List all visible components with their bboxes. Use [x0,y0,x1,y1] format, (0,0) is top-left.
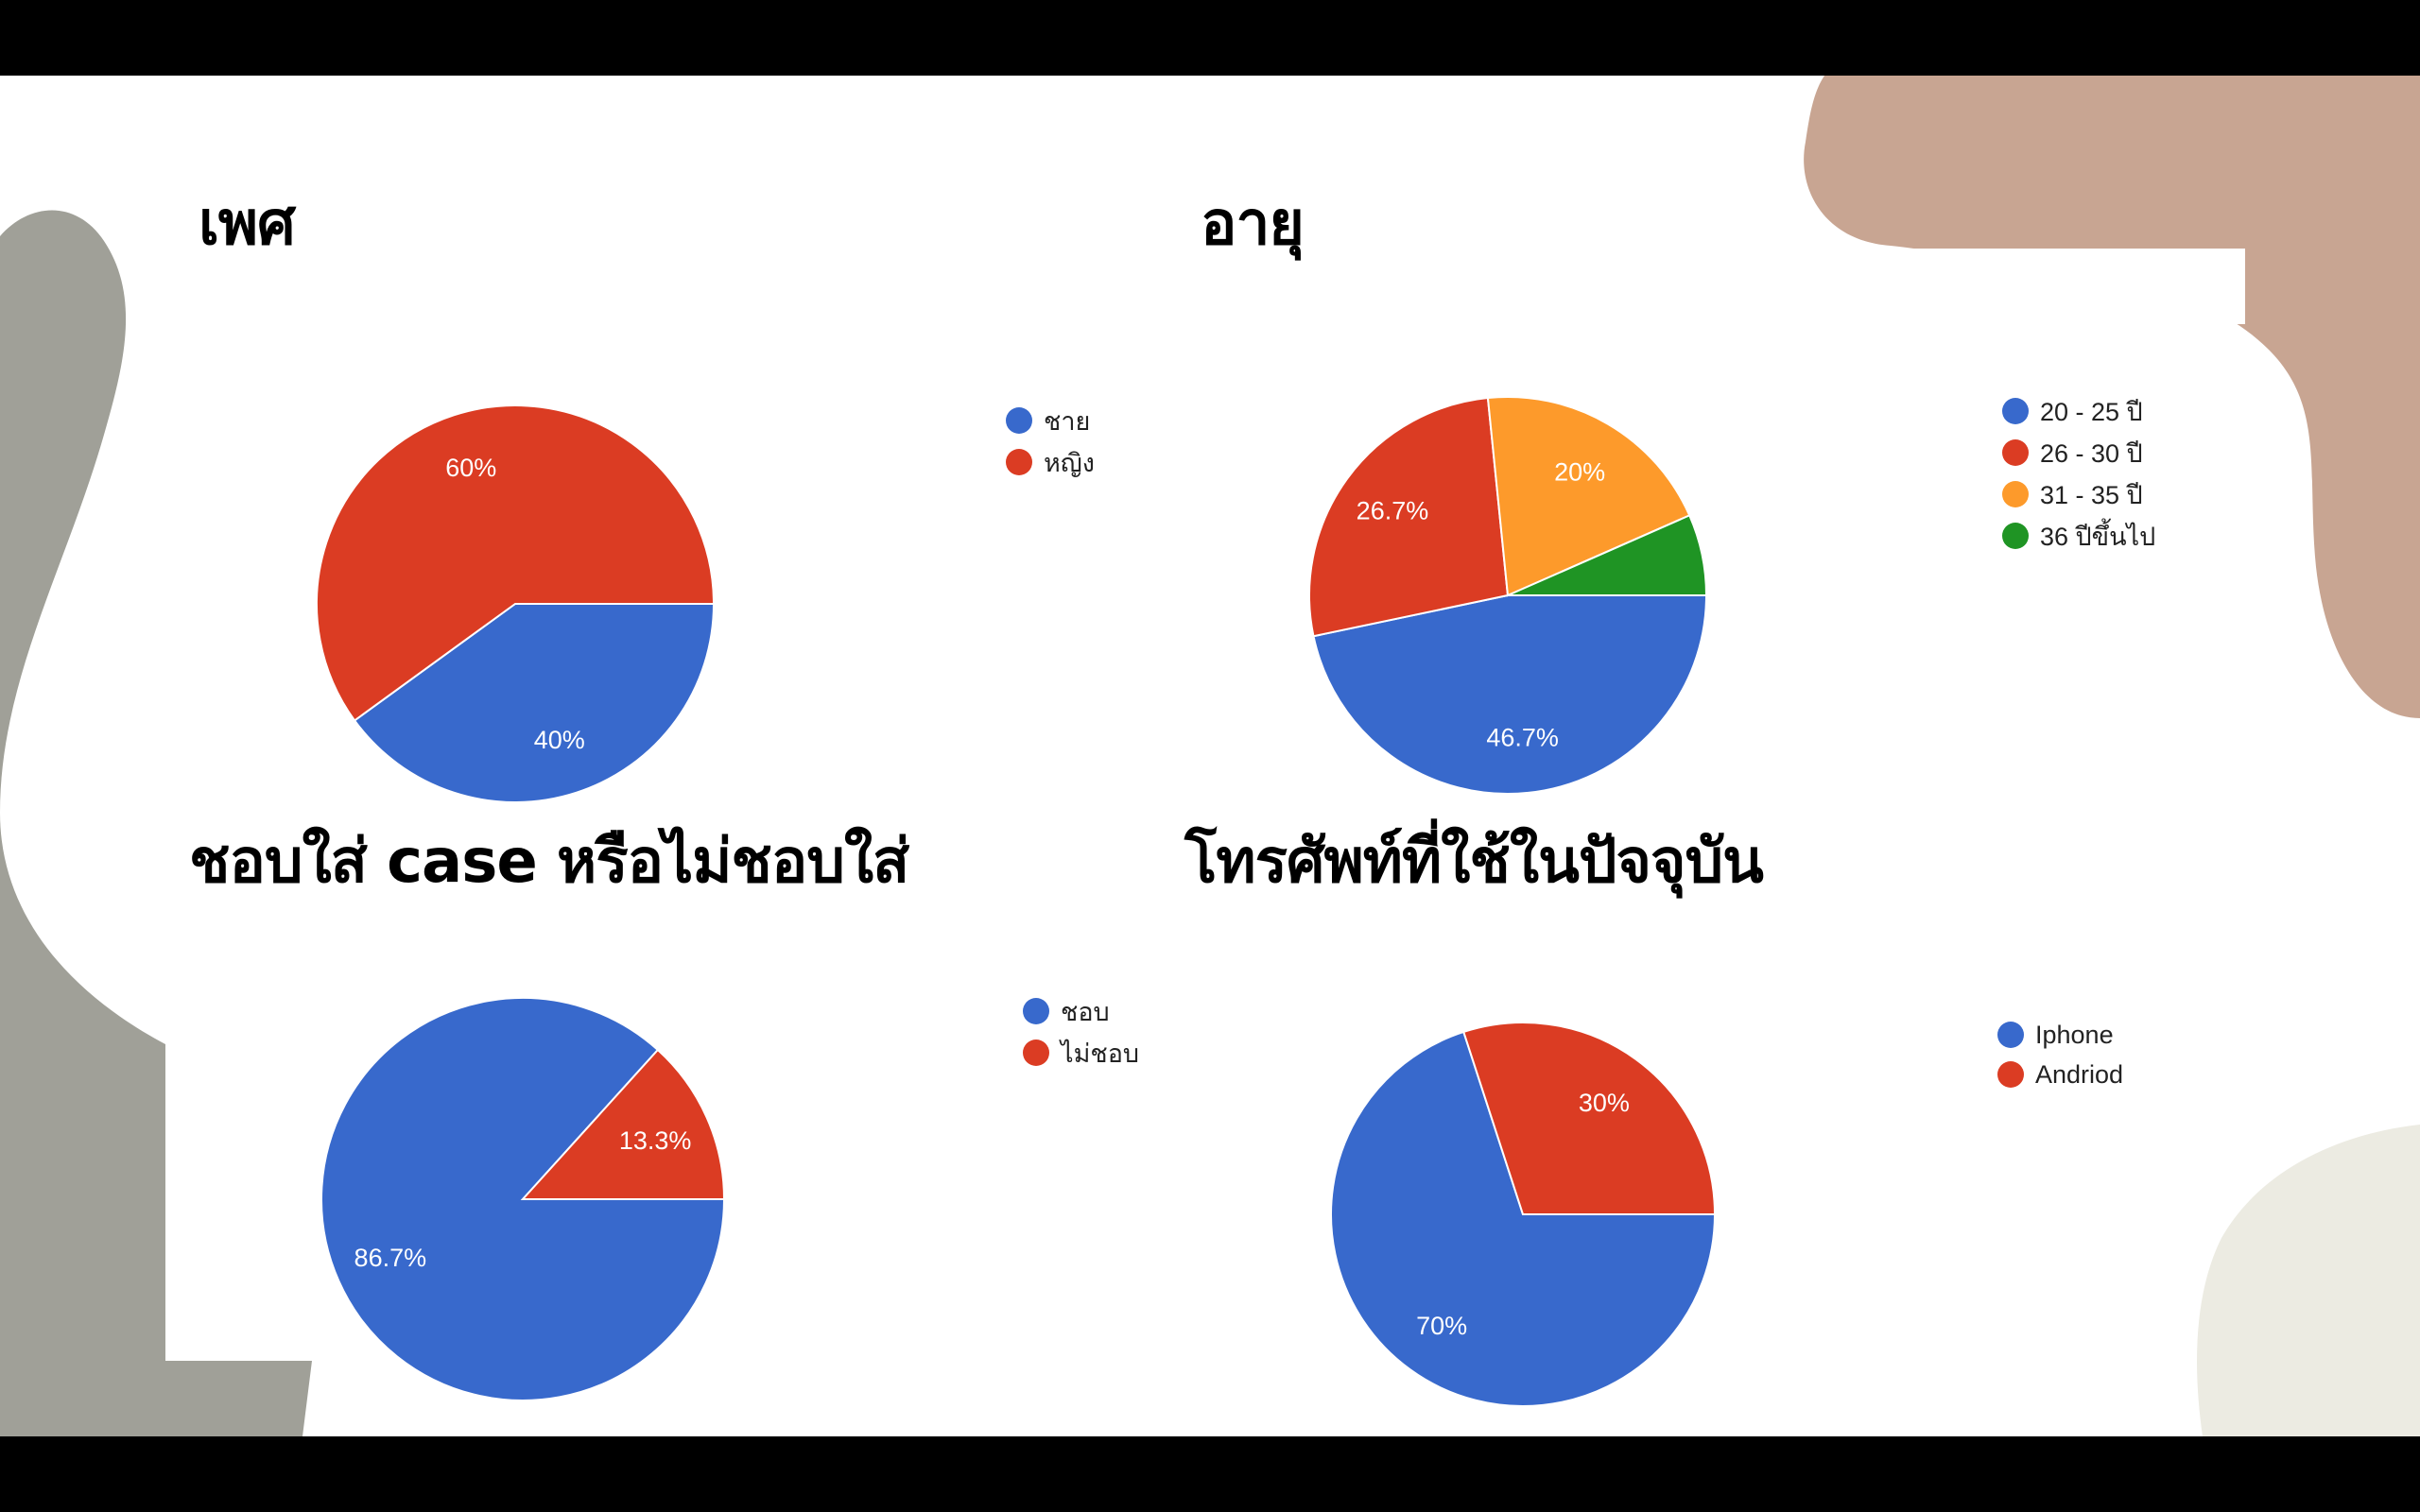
bottom-letterbox-bar [0,1436,2420,1512]
chart-1-legend-item-2: หญิง [1006,443,1095,481]
cream-blob-bottom-right [2197,1125,2420,1436]
chart-3-legend-item-1: ชอบ [1023,992,1110,1030]
chart-2-legend-label-1: 20 - 25 ปี [2040,397,2143,426]
chart-2-pie: 46.7% 26.7% 20% [1308,396,1708,795]
chart-3-title: ชอบใส่ case หรือไม่ชอบใส่ [189,827,909,897]
chart-4-slice-label-2: 30% [1579,1089,1630,1117]
chart-2-legend-swatch-1 [2002,398,2029,424]
chart-4-legend-swatch-1 [1997,1022,2024,1048]
chart-2-slice-label-2: 26.7% [1357,497,1429,525]
chart-4-slice-label-1: 70% [1416,1312,1467,1340]
top-letterbox-bar [0,0,2420,76]
chart-1-slice-label-1: 40% [534,726,585,754]
chart-2-legend-item-4: 36 ปีขึ้นไป [2002,517,2155,555]
chart-2-legend-label-2: 26 - 30 ปี [2040,438,2143,468]
chart-4-legend-item-2: Andriod [1997,1056,2123,1093]
chart-2-legend-swatch-4 [2002,523,2029,549]
chart-3-slice-label-1: 86.7% [354,1244,427,1272]
chart-2-legend-swatch-2 [2002,439,2029,466]
chart-4-legend-label-2: Andriod [2035,1059,2124,1089]
chart-1-legend-label-2: หญิง [1044,448,1095,477]
chart-3-legend-label-2: ไม่ชอบ [1061,1039,1140,1068]
chart-4-legend-label-1: Iphone [2035,1020,2114,1049]
chart-3-slice-label-2: 13.3% [619,1126,692,1155]
presentation-slide: เพศ 40% 60% ชาย หญิง อายุ 46.7% 26.7% 20% 2… [0,76,2420,1436]
screen: เพศ 40% 60% ชาย หญิง อายุ 46.7% 26.7% 20% 2… [0,0,2420,1512]
chart-4-pie: 70% 30% [1330,1022,1717,1407]
chart-2-legend-item-1: 20 - 25 ปี [2002,392,2143,430]
chart-2-slice-label-3: 20% [1554,457,1605,486]
chart-4-legend-item-1: Iphone [1997,1016,2114,1054]
chart-2-legend-swatch-3 [2002,481,2029,507]
white-panel-right [1810,249,2245,324]
chart-2-title: อายุ [1201,189,1305,259]
chart-4-title: โทรศัพท์ที่ใช้ในปัจจุบัน [1184,827,1764,897]
chart-3-legend-swatch-1 [1023,998,1049,1024]
chart-3-legend-item-2: ไม่ชอบ [1023,1034,1139,1072]
chart-1-title: เพศ [199,189,296,259]
chart-1-slice-label-2: 60% [445,454,496,482]
chart-2-legend-label-4: 36 ปีขึ้นไป [2040,522,2156,551]
chart-1-legend-swatch-2 [1006,449,1032,475]
chart-2-slice-label-1: 46.7% [1486,723,1559,751]
chart-1-pie: 40% 60% [316,404,716,803]
chart-2-legend-item-2: 26 - 30 ปี [2002,434,2143,472]
chart-1-legend-item-1: ชาย [1006,402,1090,439]
chart-3-legend-label-1: ชอบ [1061,997,1110,1026]
chart-3-legend-swatch-2 [1023,1040,1049,1066]
chart-1-legend-swatch-1 [1006,407,1032,434]
chart-1-legend-label-1: ชาย [1044,406,1091,436]
chart-4-legend-swatch-2 [1997,1061,2024,1088]
chart-2-slice-1 [1312,594,1708,795]
chart-3-pie: 86.7% 13.3% [320,997,726,1401]
chart-2-legend-item-3: 31 - 35 ปี [2002,475,2143,513]
chart-2-legend-label-3: 31 - 35 ปี [2040,480,2143,509]
